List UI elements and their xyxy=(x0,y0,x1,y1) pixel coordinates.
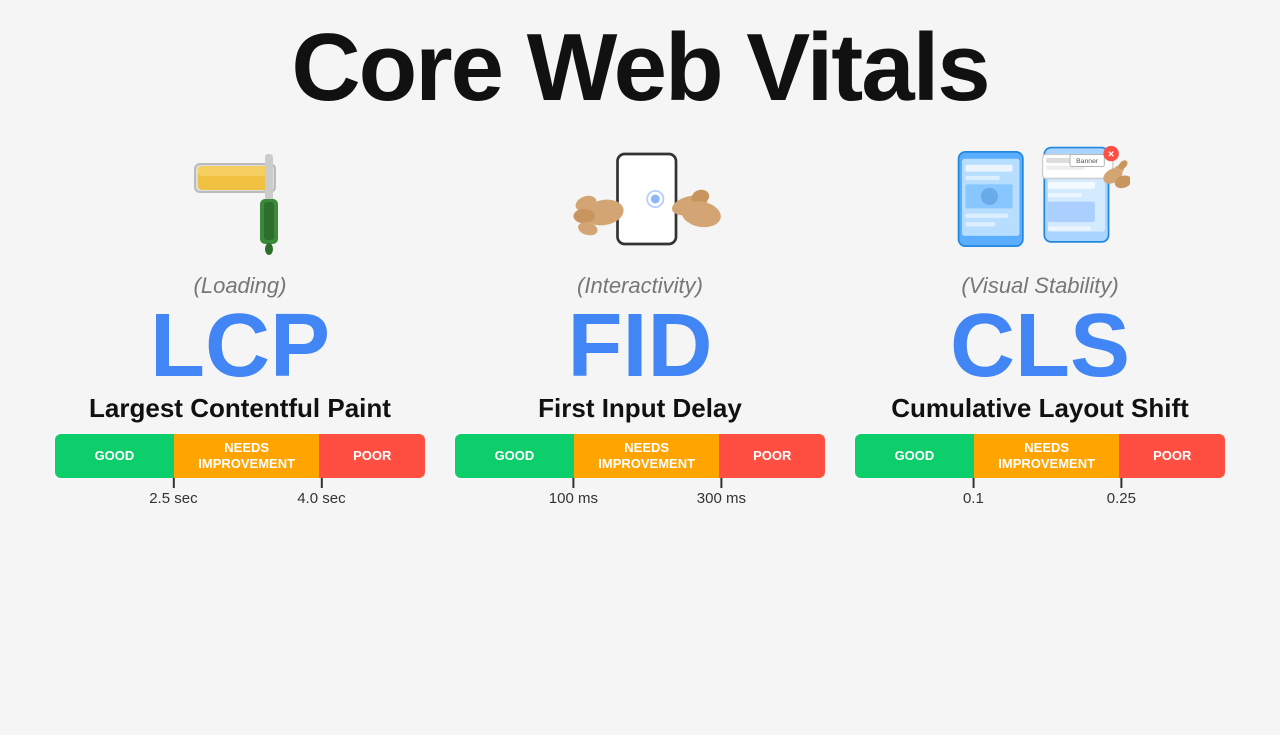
lcp-tick-1: 2.5 sec xyxy=(149,478,197,507)
lcp-tick-label-2: 4.0 sec xyxy=(297,490,345,507)
fid-icon xyxy=(550,129,730,269)
lcp-tick-area: 2.5 sec 4.0 sec xyxy=(55,478,425,506)
lcp-tick-label-1: 2.5 sec xyxy=(149,490,197,507)
lcp-acronym: LCP xyxy=(150,301,330,391)
fid-tick-2: 300 ms xyxy=(697,478,746,507)
cls-tick-label-1: 0.1 xyxy=(963,490,984,507)
fid-tick-line-1 xyxy=(572,478,574,488)
cls-bar-good: GOOD xyxy=(855,434,974,478)
lcp-tick-2: 4.0 sec xyxy=(297,478,345,507)
vitals-grid: (Loading) LCP Largest Contentful Paint G… xyxy=(0,129,1280,506)
lcp-tick-line-2 xyxy=(320,478,322,488)
fid-bar-needs: NEEDSIMPROVEMENT xyxy=(574,434,720,478)
svg-text:Banner: Banner xyxy=(1076,158,1099,165)
vital-column-lcp: (Loading) LCP Largest Contentful Paint G… xyxy=(40,129,440,506)
cls-name: Cumulative Layout Shift xyxy=(891,393,1189,424)
fid-tick-label-1: 100 ms xyxy=(549,490,598,507)
fid-tick-area: 100 ms 300 ms xyxy=(455,478,825,506)
cls-tick-label-2: 0.25 xyxy=(1107,490,1136,507)
fid-name: First Input Delay xyxy=(538,393,742,424)
lcp-bar-needs: NEEDSIMPROVEMENT xyxy=(174,434,320,478)
lcp-threshold-container: GOOD NEEDSIMPROVEMENT POOR 2.5 sec 4.0 s… xyxy=(55,434,425,506)
cls-tick-line-1 xyxy=(972,478,974,488)
vital-column-cls: Banner ✕ (Visual Stability) CLS Cumulati… xyxy=(840,129,1240,506)
lcp-icon xyxy=(150,129,330,269)
page-title: Core Web Vitals xyxy=(291,18,988,119)
cls-threshold-bar: GOOD NEEDSIMPROVEMENT POOR xyxy=(855,434,1225,478)
cls-icon: Banner ✕ xyxy=(950,129,1130,269)
lcp-threshold-bar: GOOD NEEDSIMPROVEMENT POOR xyxy=(55,434,425,478)
fid-tick-label-2: 300 ms xyxy=(697,490,746,507)
cls-bar-poor: POOR xyxy=(1119,434,1225,478)
lcp-name: Largest Contentful Paint xyxy=(89,393,391,424)
fid-threshold-container: GOOD NEEDSIMPROVEMENT POOR 100 ms 300 ms xyxy=(455,434,825,506)
fid-threshold-bar: GOOD NEEDSIMPROVEMENT POOR xyxy=(455,434,825,478)
fid-bar-good: GOOD xyxy=(455,434,574,478)
lcp-bar-good: GOOD xyxy=(55,434,174,478)
lcp-bar-poor: POOR xyxy=(319,434,425,478)
cls-tick-area: 0.1 0.25 xyxy=(855,478,1225,506)
cls-bar-needs: NEEDSIMPROVEMENT xyxy=(974,434,1120,478)
fid-tick-1: 100 ms xyxy=(549,478,598,507)
svg-text:✕: ✕ xyxy=(1108,149,1115,159)
fid-tick-line-2 xyxy=(720,478,722,488)
lcp-tick-line-1 xyxy=(172,478,174,488)
fid-bar-poor: POOR xyxy=(719,434,825,478)
cls-tick-line-2 xyxy=(1120,478,1122,488)
cls-tick-2: 0.25 xyxy=(1107,478,1136,507)
fid-acronym: FID xyxy=(568,301,713,391)
cls-tick-1: 0.1 xyxy=(963,478,984,507)
cls-acronym: CLS xyxy=(950,301,1130,391)
cls-threshold-container: GOOD NEEDSIMPROVEMENT POOR 0.1 0.25 xyxy=(855,434,1225,506)
vital-column-fid: (Interactivity) FID First Input Delay GO… xyxy=(440,129,840,506)
lcp-category: (Loading) xyxy=(194,273,287,299)
fid-category: (Interactivity) xyxy=(577,273,703,299)
cls-category: (Visual Stability) xyxy=(961,273,1118,299)
